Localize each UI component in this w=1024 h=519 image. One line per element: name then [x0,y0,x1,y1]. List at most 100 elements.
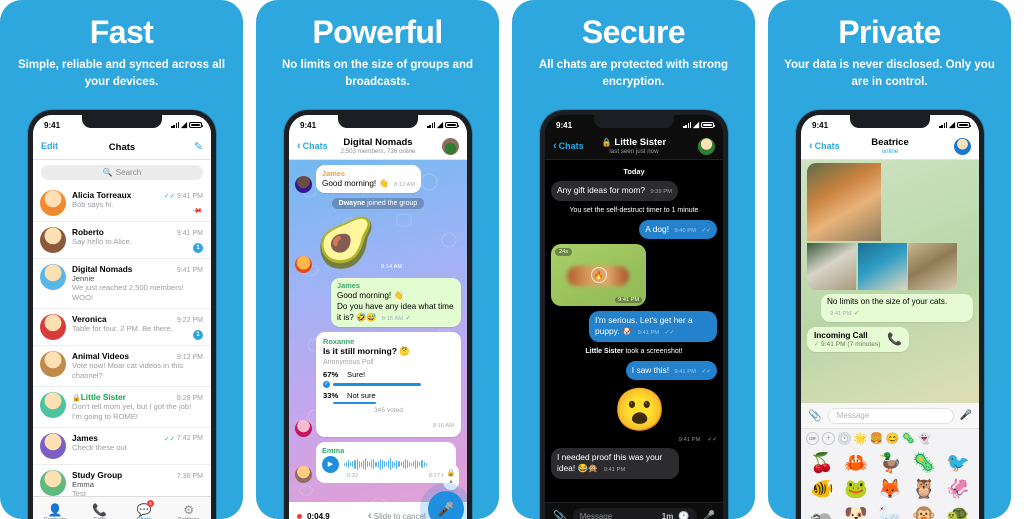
sticker-avocado[interactable]: 🥑 [316,215,376,273]
chat-list-item[interactable]: Roberto 9:41 PM Say hello to Alice. 1 [33,222,211,259]
message-bubble[interactable]: I needed proof this was your idea! 😂🙊 9:… [551,448,679,479]
avatar[interactable] [295,255,312,273]
emoji-tab-6[interactable]: 🦠 [902,432,916,445]
mic-icon[interactable]: 🎤 [428,491,464,519]
emoji-tab-5[interactable]: 😊 [886,432,900,445]
play-icon[interactable]: ▶ [322,455,339,473]
chat-item-body: Digital Nomads 9:41 PM Jennie We just reach… [72,264,203,303]
voice-message[interactable]: Emma ▶ 0:22 8:17 AM [316,442,456,483]
tab-contacts[interactable]: 👤Contacts [33,497,78,519]
sticker-item[interactable]: 🐶 [840,503,872,519]
avatar[interactable] [40,351,66,378]
message-bubble[interactable]: I saw this! 9:41 PM ✓✓ [625,360,717,381]
avatar[interactable] [698,137,715,155]
self-destruct-photo[interactable]: 24s 🔥 9:41 PM [551,244,646,307]
status-icons: ◢ [683,121,716,129]
unread-badge: 1 [193,330,203,341]
call-detail: ✓ 9:41 PM (7 minutes) [814,340,881,348]
paperclip-icon[interactable]: 📎 [808,409,822,422]
chat-list-item[interactable]: 🔒 Little Sister 8:28 PM Don't tell mom yet,… [33,387,211,428]
edit-button[interactable]: Edit [41,141,58,151]
sticker-shocked-egg[interactable]: 😮 [614,385,672,443]
sticker-item[interactable]: 🐠 [806,477,838,501]
poll-option[interactable]: 67% Sure! ✓ [323,370,454,388]
mic-icon[interactable]: 🎤 [960,410,972,421]
caption-time: 9:41 PM [830,310,852,317]
photo-cat-white[interactable] [807,242,856,290]
chat-list-item[interactable]: Veronica 9:22 PM Table for four, 2 PM. Be … [33,309,211,347]
sticker-item[interactable]: 🦉 [908,477,940,501]
mic-icon[interactable]: 🎤 [703,511,715,519]
back-button[interactable]: ‹ Chats [809,140,840,152]
sticker-item[interactable]: 🦠 [908,451,940,475]
emoji-tab-7[interactable]: 👻 [918,432,932,445]
avatar[interactable] [40,264,66,290]
sticker-item[interactable]: 🐸 [840,477,872,501]
sticker-item[interactable]: 🦢 [874,503,906,519]
poll-card[interactable]: Roxanne Is it still morning? 🤔 Anonymous… [316,331,461,438]
message-bubble[interactable]: I'm serious. Let's get her a puppy. 🐶 9:… [589,311,717,342]
avatar[interactable] [442,137,459,155]
call-card[interactable]: Incoming Call ✓ 9:41 PM (7 minutes) 📞 [807,326,910,352]
chat-list-item[interactable]: James ✓✓ 7:42 PM Check these out [33,428,211,465]
tab-chats[interactable]: 💬Chats6 [122,497,167,519]
gif-icon[interactable]: GIF [806,432,819,445]
photo-tiger[interactable] [883,163,957,241]
paperclip-icon[interactable]: 📎 [553,510,567,519]
avatar[interactable] [40,190,66,216]
avatar[interactable] [40,432,66,459]
sticker-item[interactable]: 🦆 [874,451,906,475]
back-button[interactable]: ‹ Chats [297,140,328,152]
sticker-item[interactable]: 🦊 [874,477,906,501]
message-emoji: 😂🙊 [577,463,599,474]
avatar[interactable] [295,420,312,438]
emoji-tab-4[interactable]: 🍔 [870,432,884,445]
waveform-icon[interactable] [344,458,450,471]
avatar[interactable] [295,175,312,193]
avatar[interactable] [954,137,971,155]
chat-list-item[interactable]: Digital Nomads 9:41 PM Jennie We just reach… [33,259,211,310]
clock-icon[interactable]: 🕐 [678,511,689,519]
chat-list-item[interactable]: Animal Videos 9:12 PM Vote now! Moar cat v… [33,346,211,387]
sticker-item[interactable]: 🦑 [942,477,974,501]
tab-calls[interactable]: 📞Calls [78,497,123,519]
sticker-item[interactable]: 🍒 [806,451,838,475]
album-caption[interactable]: No limits on the size of your cats. 9:41… [821,293,973,322]
message-input[interactable]: Message [827,407,954,424]
search-input[interactable]: 🔍 Search [41,165,203,180]
recording-lock[interactable]: 🔒 ▲ [443,464,459,490]
avatar[interactable] [40,227,66,253]
message-input[interactable]: Message 1m 🕐 [572,508,697,519]
poll-option[interactable]: 33% Not sure [323,391,454,405]
avatar[interactable] [40,391,66,418]
avatar[interactable] [295,465,312,483]
sticker-grid: 🍒 🦀 🦆 🦠 🐦 🐠 🐸 🦊 🦉 🦑 🦡 🐶 🦢 🐵 🐢 [801,448,979,519]
message-bubble[interactable]: James Good morning! 👋 8:12 AM [316,165,422,193]
status-time: 9:41 [44,120,61,130]
back-button[interactable]: ‹ Chats [553,140,584,152]
photo-cat-orange[interactable] [807,163,882,241]
wifi-icon: ◢ [437,120,443,130]
clock-icon[interactable]: 🕐 [838,432,851,445]
chat-background: James Good morning! 👋 8:12 AM Dwayne joi… [289,160,467,519]
sticker-item[interactable]: 🦡 [806,503,838,519]
sticker-item[interactable]: 🐢 [942,503,974,519]
avatar[interactable] [40,469,66,496]
phone-icon[interactable]: 📞 [887,332,902,346]
plus-icon[interactable]: + [822,432,835,445]
photo-album[interactable] [807,163,957,290]
sticker-item[interactable]: 🐵 [908,503,940,519]
chat-list-item[interactable]: Alicia Torreaux ✓✓ 9:41 PM Bob says hi. 📌 [33,185,211,222]
photo-kitten-tabby[interactable] [908,242,957,290]
self-destruct-timer[interactable]: 1m [662,512,674,519]
photo-cat-blue[interactable] [857,242,907,290]
sticker-item[interactable]: 🦀 [840,451,872,475]
emoji-tab-3[interactable]: 🌟 [854,432,868,445]
message-bubble[interactable]: A dog! 9:40 PM ✓✓ [639,219,717,240]
compose-icon[interactable]: ✎ [194,140,203,153]
message-bubble[interactable]: Any gift ideas for mom? 9:39 PM [551,181,678,201]
avatar[interactable] [40,314,66,341]
sticker-item[interactable]: 🐦 [942,451,974,475]
message-bubble[interactable]: James Good morning! 👋 Do you have any id… [331,277,461,327]
tab-settings[interactable]: ⚙Settings [167,497,212,519]
